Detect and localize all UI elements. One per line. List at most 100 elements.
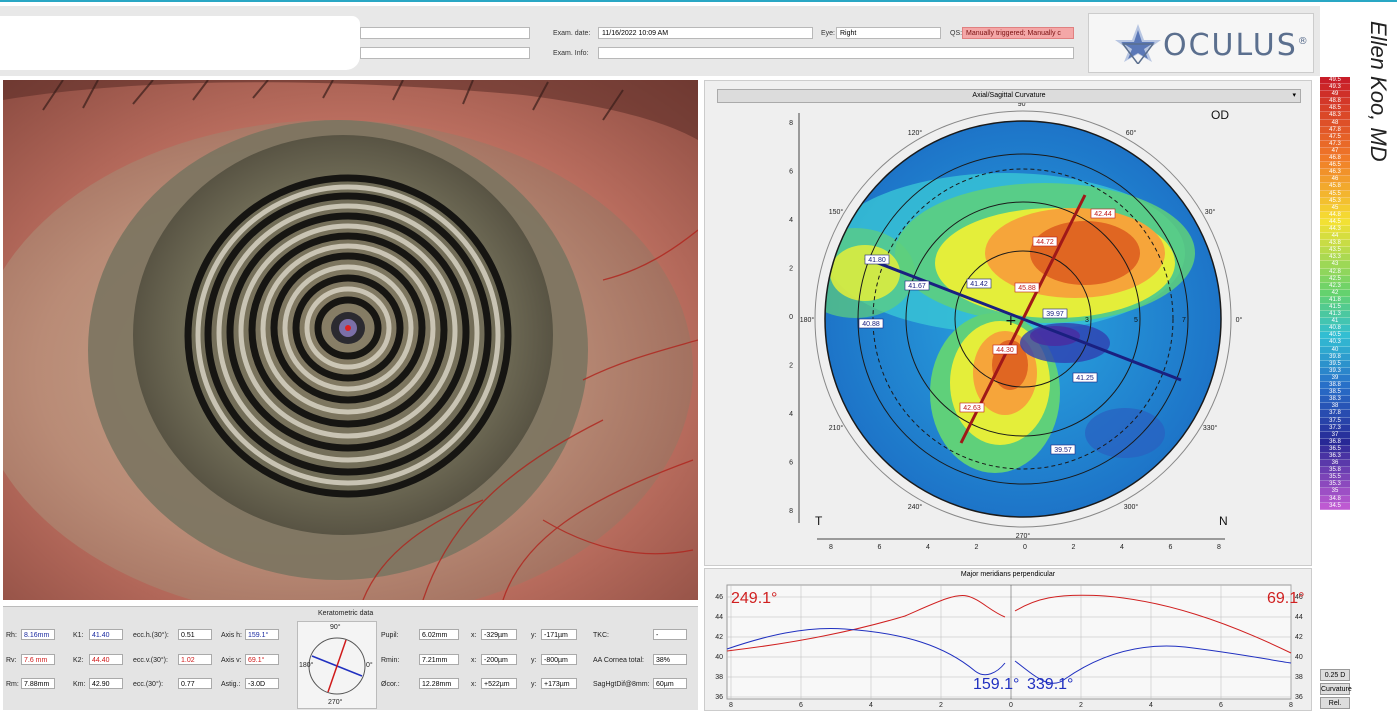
pupil-y-label: y: [531,632,537,639]
scale-cell: 44.5 [1320,218,1350,226]
y-tick-label: 4 [789,217,793,224]
scale-cell: 38.8 [1320,382,1350,390]
astig-label: Astig.: [221,681,241,688]
steep-value-label: 44.72 [1036,239,1054,246]
meridian-y-tick-right: 38 [1295,674,1303,681]
patient-field-2[interactable] [360,47,530,59]
exam-date-label: Exam. date: [553,30,591,37]
scale-cell: 45 [1320,204,1350,212]
ecc-v-value: 1.02 [178,654,212,665]
k1-label: K1: [73,632,84,639]
km-value: 42.90 [89,678,123,689]
topography-panel: Axial/Sagittal Curvature ▾ + 90° 60° 30°… [704,80,1312,566]
x-tick-label: 2 [1072,544,1076,551]
scale-cell: 49.5 [1320,77,1350,85]
scale-cell: 49.3 [1320,84,1350,92]
cornea-x-value: +522µm [481,678,517,689]
km-label: Km: [73,681,86,688]
steep-value-label: 44.30 [996,347,1014,354]
scale-cell: 46.8 [1320,155,1350,163]
y-tick-label: 8 [789,508,793,515]
meridian-title: Major meridians perpendicular [960,571,1056,578]
nasal-label: N [1219,514,1228,528]
rmin-x-label: x: [471,657,477,664]
scale-cell: 49 [1320,91,1350,99]
scale-cell: 36 [1320,460,1350,468]
x-tick-label: 8 [1217,544,1221,551]
ring-label: 5 [1134,317,1138,324]
y-tick-label: 6 [789,460,793,467]
scale-cell: 35.8 [1320,467,1350,475]
rm-label: Rm: [6,681,19,688]
scale-cell: 44 [1320,233,1350,241]
oculus-star-icon [1115,24,1161,64]
angle-label: 210° [829,424,844,432]
meridian-x-tick: 0 [1009,702,1013,709]
ecc-h-label: ecc.h.(30°): [133,632,169,639]
signature-text: Ellen Koo, MD [1366,21,1391,162]
scale-cell: 42.8 [1320,268,1350,276]
ring-label: 7 [1182,317,1186,324]
scale-cell: 34.5 [1320,502,1350,510]
exam-info-field[interactable] [598,47,1074,59]
axis-h-value: 159.1° [245,629,279,640]
meridian-x-tick: 4 [869,702,873,709]
steep-value-label: 42.44 [1094,211,1112,218]
scale-cell: 46 [1320,176,1350,184]
meridian-x-tick: 8 [729,702,733,709]
ecc-value: 0.77 [178,678,212,689]
scale-cell: 35.5 [1320,474,1350,482]
meridian-y-tick-right: 42 [1295,634,1303,641]
meridian-y-tick-right: 40 [1295,654,1303,661]
svg-text:+: + [1005,313,1017,329]
cornea-diameter-label: Øcor.: [381,681,400,688]
meridian-x-tick: 8 [1289,702,1293,709]
exam-date-field[interactable]: 11/16/2022 10:09 AM [598,27,813,39]
temporal-label: T [815,514,823,528]
rmin-value: 7.21mm [419,654,459,665]
scale-ref-button[interactable]: Rel. [1320,697,1350,709]
scale-cell: 48.5 [1320,105,1350,113]
scale-cell: 44.3 [1320,225,1350,234]
scale-cell: 35.3 [1320,481,1350,489]
angle-label: 60° [1126,129,1137,137]
x-tick-label: 2 [975,544,979,551]
scale-cell: 43 [1320,261,1350,269]
sag-height-value: 60µm [653,678,687,689]
flat-value-label: 41.80 [868,257,886,264]
dial-270-label: 270° [328,699,343,706]
eye-label: Eye: [821,30,836,37]
meridian-x-tick: 2 [1079,702,1083,709]
pupil-y-value: -171µm [541,629,577,640]
scale-step-button[interactable]: 0.25 D [1320,669,1350,681]
y-tick-label: 2 [789,266,793,273]
scale-cell: 45.8 [1320,183,1350,191]
scale-mode-button[interactable]: Curvature [1320,683,1352,695]
eye-field[interactable]: Right [836,27,941,39]
meridian-chart: 46 4644 4442 4240 4038 3836 368 6 4 2 0 2 4 6 8 249.1°… [715,584,1305,709]
scale-cell: 39.5 [1320,360,1350,368]
ring-label: 3 [1085,317,1089,324]
patient-field-1[interactable] [360,27,530,39]
k1-value: 41.40 [89,629,123,640]
curvature-color-scale: 49.5 49.3 49 48.8 48.5 48.3 48 47.8 47.5 47.3 47 46… [1320,77,1350,709]
angle-label: 330° [1203,424,1218,432]
astig-value: -3.0D [245,678,279,689]
flat-value-label: 41.42 [970,281,988,288]
scale-cell: 40.5 [1320,332,1350,340]
sag-height-label: SagHgtDif@8mm: [593,681,650,688]
scale-cell: 42.5 [1320,275,1350,283]
meridian-x-tick: 6 [1219,702,1223,709]
scale-cell: 42 [1320,289,1350,297]
pupil-x-label: x: [471,632,477,639]
scale-cell: 35 [1320,488,1350,496]
qs-status-field[interactable]: Manually triggered; Manually c [962,27,1074,39]
map-type-label: Axial/Sagittal Curvature [972,92,1046,99]
scale-cell: 41 [1320,318,1350,326]
meridian-y-tick-left: 44 [715,614,723,621]
map-type-dropdown[interactable]: Axial/Sagittal Curvature ▾ [717,89,1301,103]
angle-label: 240° [908,503,923,511]
meridian-y-tick-left: 38 [715,674,723,681]
scale-cell: 47.8 [1320,126,1350,134]
scale-cell: 36.3 [1320,452,1350,461]
